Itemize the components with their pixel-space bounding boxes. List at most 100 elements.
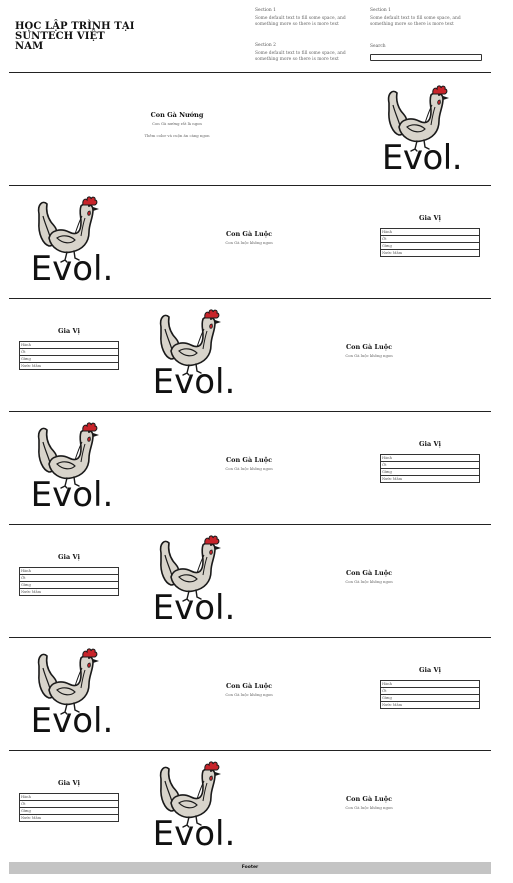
section-text: Some default text to fill some space, an… xyxy=(255,51,346,62)
logo-wordmark: Evol. xyxy=(381,138,463,178)
spice-item: Gừng xyxy=(380,694,480,702)
dish-title: Con Gà Luộc xyxy=(225,682,273,690)
dish-title: Con Gà Nướng xyxy=(150,111,204,119)
header-section-1b: Section 1 Some default text to fill some… xyxy=(370,8,482,28)
header-search: Search xyxy=(370,44,482,61)
dish-desc: Con Gà luộc không ngon xyxy=(345,579,393,584)
menu-row-2: Evol. Con Gà Luộc Con Gà luộc không ngon… xyxy=(9,186,491,299)
spice-title: Gia Vị xyxy=(418,666,441,674)
header-section-1: Section 1 Some default text to fill some… xyxy=(255,8,367,28)
dish-title: Con Gà Luộc xyxy=(225,230,273,238)
spice-table: Hành Ớt Gừng Nước Mắm xyxy=(380,454,480,483)
search-label: Search xyxy=(370,44,386,49)
spice-row: Nước Mắm xyxy=(19,362,119,370)
spice-row: Hành xyxy=(19,567,119,575)
spice-title: Gia Vị xyxy=(57,779,80,787)
dish-text: Con Gà Luộc Con Gà luộc không ngon xyxy=(319,343,419,359)
spice-row: Gừng xyxy=(380,468,480,476)
spice-row: Gừng xyxy=(380,242,480,250)
dish-desc: Con Gà luộc không ngon xyxy=(345,353,393,358)
spice-item: Nước Mắm xyxy=(380,249,480,257)
site-header: HỌC LẬP TRÌNH TẠI SUNTECH VIỆT NAM Secti… xyxy=(9,0,491,73)
spice-row: Ớt xyxy=(19,348,119,356)
spice-row: Hành xyxy=(19,793,119,801)
dish-desc: Con Gà nướng rất là ngon xyxy=(152,121,202,126)
spice-item: Hành xyxy=(19,793,119,801)
menu-row-5: Gia Vị Hành Ớt Gừng Nước Mắm Evol. Con G… xyxy=(9,525,491,638)
logo-wordmark: Evol. xyxy=(152,814,236,854)
dish-desc: Thêm color và cuộn ăn càng ngon xyxy=(144,133,210,138)
section-text: Some default text to fill some space, an… xyxy=(370,16,461,27)
dish-text: Con Gà Luộc Con Gà luộc không ngon xyxy=(199,456,299,472)
spice-title: Gia Vị xyxy=(418,440,441,448)
spice-item: Gừng xyxy=(19,807,119,815)
header-section-2: Section 2 Some default text to fill some… xyxy=(255,43,367,63)
spice-row: Gừng xyxy=(380,694,480,702)
spice-row: Nước Mắm xyxy=(380,249,480,257)
spice-item: Nước Mắm xyxy=(19,362,119,370)
menu-row-4: Evol. Con Gà Luộc Con Gà luộc không ngon… xyxy=(9,412,491,525)
menu-row-3: Gia Vị Hành Ớt Gừng Nước Mắm Evol. Con G… xyxy=(9,299,491,412)
spice-item: Hành xyxy=(380,680,480,688)
dish-text: Con Gà Luộc Con Gà luộc không ngon xyxy=(319,795,419,811)
logo-wordmark: Evol. xyxy=(30,249,114,289)
spice-row: Hành xyxy=(19,341,119,349)
spice-row: Nước Mắm xyxy=(380,475,480,483)
spice-item: Nước Mắm xyxy=(19,814,119,822)
spice-item: Nước Mắm xyxy=(380,701,480,709)
spice-title: Gia Vị xyxy=(57,327,80,335)
spice-row: Ớt xyxy=(380,687,480,695)
section-text: Some default text to fill some space, an… xyxy=(255,16,346,27)
dish-desc: Con Gà luộc không ngon xyxy=(345,805,393,810)
dish-text: Con Gà Luộc Con Gà luộc không ngon xyxy=(319,569,419,585)
dish-desc: Con Gà luộc không ngon xyxy=(225,466,273,471)
spice-table: Hành Ớt Gừng Nước Mắm xyxy=(19,341,119,370)
dish-title: Con Gà Luộc xyxy=(345,343,393,351)
spice-row: Hành xyxy=(380,454,480,462)
spice-table: Hành Ớt Gừng Nước Mắm xyxy=(380,680,480,709)
menu-row-6: Evol. Con Gà Luộc Con Gà luộc không ngon… xyxy=(9,638,491,751)
spice-row: Gừng xyxy=(19,355,119,363)
spice-table: Hành Ớt Gừng Nước Mắm xyxy=(19,793,119,822)
search-input[interactable] xyxy=(370,54,482,61)
spice-table: Hành Ớt Gừng Nước Mắm xyxy=(19,567,119,596)
spice-title: Gia Vị xyxy=(418,214,441,222)
section-title: Section 1 xyxy=(370,8,391,13)
spice-row: Gừng xyxy=(19,581,119,589)
spice-row: Ớt xyxy=(380,461,480,469)
spice-row: Ớt xyxy=(19,574,119,582)
spice-panel: Gia Vị Hành Ớt Gừng Nước Mắm xyxy=(19,553,119,596)
dish-title: Con Gà Luộc xyxy=(345,569,393,577)
spice-row: Hành xyxy=(380,680,480,688)
page: HỌC LẬP TRÌNH TẠI SUNTECH VIỆT NAM Secti… xyxy=(0,0,513,883)
spice-item: Gừng xyxy=(19,581,119,589)
hero-text: Con Gà Nướng Con Gà nướng rất là ngon Th… xyxy=(127,111,227,139)
spice-panel: Gia Vị Hành Ớt Gừng Nước Mắm xyxy=(380,666,480,709)
spice-row: Gừng xyxy=(19,807,119,815)
site-footer: Footer xyxy=(9,862,491,874)
dish-title: Con Gà Luộc xyxy=(345,795,393,803)
brand-title: HỌC LẬP TRÌNH TẠI SUNTECH VIỆT NAM xyxy=(15,21,135,52)
logo-wordmark: Evol. xyxy=(30,701,114,741)
spice-row: Nước Mắm xyxy=(380,701,480,709)
spice-panel: Gia Vị Hành Ớt Gừng Nước Mắm xyxy=(19,327,119,370)
section-title: Section 1 xyxy=(255,8,276,13)
spice-item: Ớt xyxy=(19,800,119,808)
dish-title: Con Gà Luộc xyxy=(225,456,273,464)
spice-panel: Gia Vị Hành Ớt Gừng Nước Mắm xyxy=(19,779,119,822)
spice-row: Ớt xyxy=(380,235,480,243)
spice-row: Hành xyxy=(380,228,480,236)
hero-row: Con Gà Nướng Con Gà nướng rất là ngon Th… xyxy=(9,73,491,186)
spice-item: Ớt xyxy=(380,461,480,469)
spice-item: Hành xyxy=(380,454,480,462)
dish-text: Con Gà Luộc Con Gà luộc không ngon xyxy=(199,230,299,246)
logo-wordmark: Evol. xyxy=(152,362,236,402)
spice-row: Nước Mắm xyxy=(19,588,119,596)
spice-row: Ớt xyxy=(19,800,119,808)
logo-wordmark: Evol. xyxy=(152,588,236,628)
spice-item: Nước Mắm xyxy=(380,475,480,483)
spice-panel: Gia Vị Hành Ớt Gừng Nước Mắm xyxy=(380,440,480,483)
spice-item: Ớt xyxy=(380,687,480,695)
spice-panel: Gia Vị Hành Ớt Gừng Nước Mắm xyxy=(380,214,480,257)
spice-item: Hành xyxy=(19,341,119,349)
